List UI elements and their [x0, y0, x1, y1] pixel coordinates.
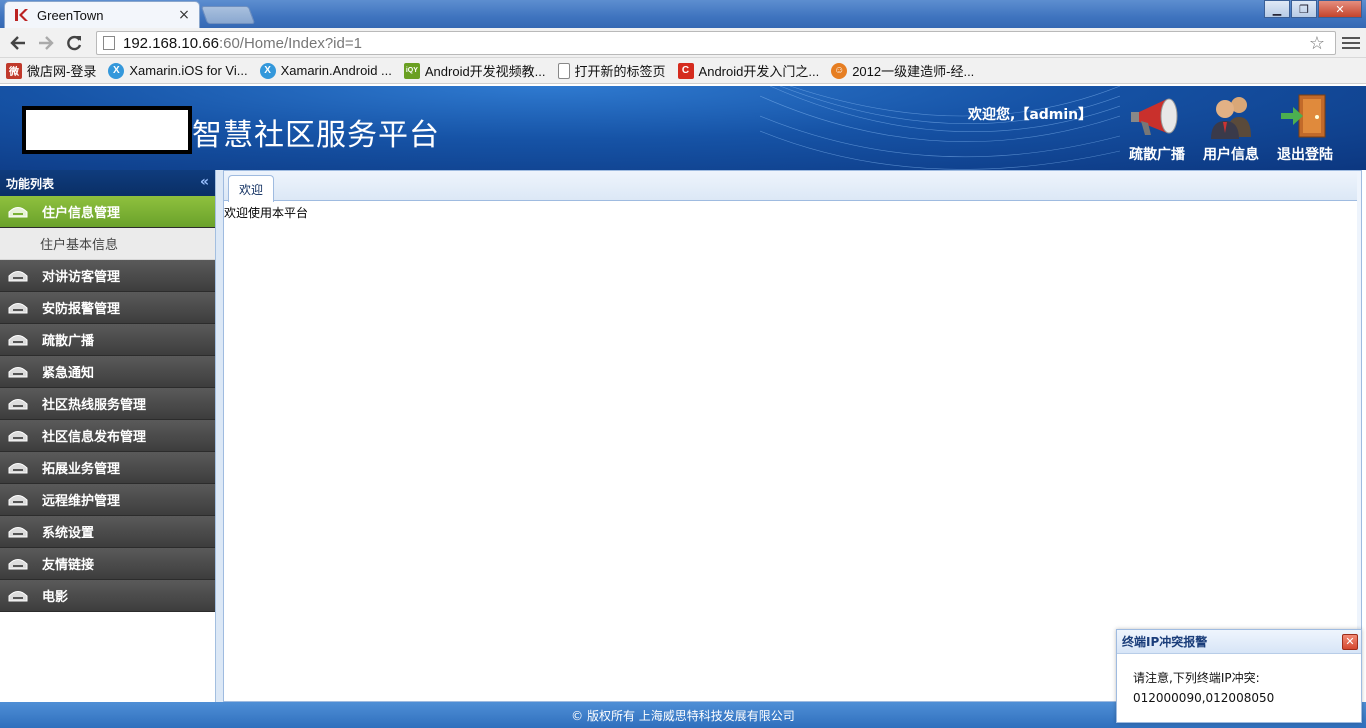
menu-item-label: 安防报警管理	[42, 302, 121, 317]
menu-item-label: 电影	[42, 590, 69, 605]
menu-item[interactable]: 拓展业务管理	[0, 452, 215, 484]
main-content: 欢迎 欢迎使用本平台	[224, 170, 1362, 703]
exit-door-icon	[1275, 92, 1335, 140]
page-icon	[557, 62, 570, 79]
collapse-icon[interactable]: «	[200, 174, 209, 190]
close-icon[interactable]: ✕	[1342, 634, 1358, 650]
menu-item[interactable]: 友情链接	[0, 548, 215, 580]
megaphone-icon	[1127, 92, 1187, 140]
sidebar-title: 功能列表	[6, 176, 55, 191]
tray-icon	[8, 334, 28, 345]
header-decoration	[760, 86, 1120, 170]
new-tab-button[interactable]	[200, 6, 256, 24]
tray-icon	[8, 494, 28, 505]
menu-item-label: 系统设置	[42, 526, 95, 541]
alert-message: 请注意,下列终端IP冲突:	[1133, 671, 1260, 685]
users-icon	[1201, 92, 1261, 140]
menu-item[interactable]: 系统设置	[0, 516, 215, 548]
tray-icon	[8, 302, 28, 313]
face-icon: ☺	[831, 62, 848, 79]
menu-item[interactable]: 疏散广播	[0, 324, 215, 356]
bookmark-item[interactable]: X Xamarin.Android ...	[259, 62, 392, 79]
tray-icon	[8, 366, 28, 377]
bookmark-star-icon[interactable]: ☆	[1309, 33, 1325, 54]
back-arrow-icon[interactable]	[6, 31, 30, 55]
window-close-icon[interactable]: ✕	[1318, 0, 1362, 18]
bookmark-item[interactable]: ☺ 2012一级建造师-经...	[831, 61, 974, 80]
window-controls: ▁ ❐ ✕	[1263, 0, 1362, 18]
sidebar-header: 功能列表 «	[0, 170, 215, 196]
panel-splitter[interactable]	[216, 170, 224, 702]
menu-item[interactable]: 紧急通知	[0, 356, 215, 388]
tray-icon	[8, 526, 28, 537]
url-text: 192.168.10.66:60/Home/Index?id=1	[123, 34, 362, 52]
browser-titlebar: GreenTown × ▁ ❐ ✕	[0, 0, 1366, 28]
address-bar[interactable]: 192.168.10.66:60/Home/Index?id=1 ☆	[96, 31, 1336, 55]
weidian-icon: 微	[6, 62, 22, 79]
logo-placeholder	[22, 106, 192, 154]
menu-item-label: 紧急通知	[42, 366, 95, 381]
sidebar: 功能列表 « 住户信息管理 住户基本信息 对讲访客管理 安防报警管理 疏散广播紧急通…	[0, 170, 216, 702]
content-edge	[1357, 171, 1361, 703]
welcome-message: 欢迎使用本平台	[224, 206, 309, 220]
tray-icon	[8, 270, 28, 281]
reload-icon[interactable]	[62, 31, 86, 55]
maximize-icon[interactable]: ❐	[1291, 0, 1317, 18]
menu-item-label: 远程维护管理	[42, 494, 121, 509]
iqiyi-icon: iQY	[403, 62, 420, 79]
bookmarks-bar: 微微店网-登录 X Xamarin.iOS for Vi... X Xamarin.…	[0, 58, 1366, 84]
forward-arrow-icon[interactable]	[34, 31, 58, 55]
tray-icon	[8, 206, 28, 217]
content-tabbar: 欢迎	[224, 171, 1361, 202]
page-icon	[103, 36, 115, 50]
tray-icon	[8, 462, 28, 473]
menu-item[interactable]: 安防报警管理	[0, 292, 215, 324]
menu-item[interactable]: 社区热线服务管理	[0, 388, 215, 420]
logout-button[interactable]: 退出登陆	[1270, 92, 1340, 166]
xamarin-icon: X	[259, 62, 276, 79]
platform-title: 智慧社区服务平台	[192, 118, 440, 153]
tray-icon	[8, 430, 28, 441]
browser-toolbar: 192.168.10.66:60/Home/Index?id=1 ☆	[0, 28, 1366, 58]
bookmark-item[interactable]: C Android开发入门之...	[677, 61, 819, 80]
menu-item-label: 对讲访客管理	[42, 270, 121, 285]
app-header: 智慧社区服务平台 欢迎您,【admin】 疏散广播 用户信息 退出登陆	[0, 86, 1366, 170]
menu-item[interactable]: 远程维护管理	[0, 484, 215, 516]
menu-item-resident-info[interactable]: 住户信息管理	[0, 196, 215, 228]
alert-ip-list: 012000090,012008050	[1133, 691, 1275, 705]
tray-icon	[8, 558, 28, 569]
c-logo-icon: C	[677, 62, 694, 79]
minimize-icon[interactable]: ▁	[1264, 0, 1290, 18]
bookmark-item[interactable]: iQY Android开发视频教...	[403, 61, 546, 80]
menu-item-label: 友情链接	[42, 558, 95, 573]
menu-item[interactable]: 社区信息发布管理	[0, 420, 215, 452]
tray-icon	[8, 590, 28, 601]
menu-item-label: 拓展业务管理	[42, 462, 121, 477]
menu-item-label: 社区信息发布管理	[42, 430, 147, 445]
menu-item-label: 疏散广播	[42, 334, 95, 349]
menu-item[interactable]: 电影	[0, 580, 215, 612]
user-info-button[interactable]: 用户信息	[1196, 92, 1266, 166]
xamarin-icon: X	[108, 62, 125, 79]
greentown-favicon-icon	[13, 7, 29, 23]
tab-title: GreenTown	[37, 7, 104, 23]
tab-close-icon[interactable]: ×	[177, 7, 191, 23]
alert-header: 终端IP冲突报警 ✕	[1117, 630, 1361, 654]
alert-body: 请注意,下列终端IP冲突: 012000090,012008050	[1117, 654, 1361, 708]
bookmark-item[interactable]: X Xamarin.iOS for Vi...	[108, 62, 248, 79]
welcome-user: 欢迎您,【admin】	[968, 107, 1093, 123]
menu-item[interactable]: 对讲访客管理	[0, 260, 215, 292]
tray-icon	[8, 398, 28, 409]
bookmark-item[interactable]: 微微店网-登录	[6, 61, 96, 80]
alert-title: 终端IP冲突报警	[1122, 635, 1208, 649]
bookmark-item[interactable]: 打开新的标签页	[557, 61, 666, 80]
menu-item-label: 社区热线服务管理	[42, 398, 147, 413]
broadcast-button[interactable]: 疏散广播	[1122, 92, 1192, 166]
chrome-menu-icon[interactable]	[1342, 32, 1360, 54]
submenu-item-resident-basic[interactable]: 住户基本信息	[0, 228, 215, 260]
ip-conflict-alert: 终端IP冲突报警 ✕ 请注意,下列终端IP冲突: 012000090,01200…	[1116, 629, 1362, 723]
tab-welcome[interactable]: 欢迎	[228, 175, 274, 202]
browser-tab[interactable]: GreenTown ×	[4, 1, 200, 28]
